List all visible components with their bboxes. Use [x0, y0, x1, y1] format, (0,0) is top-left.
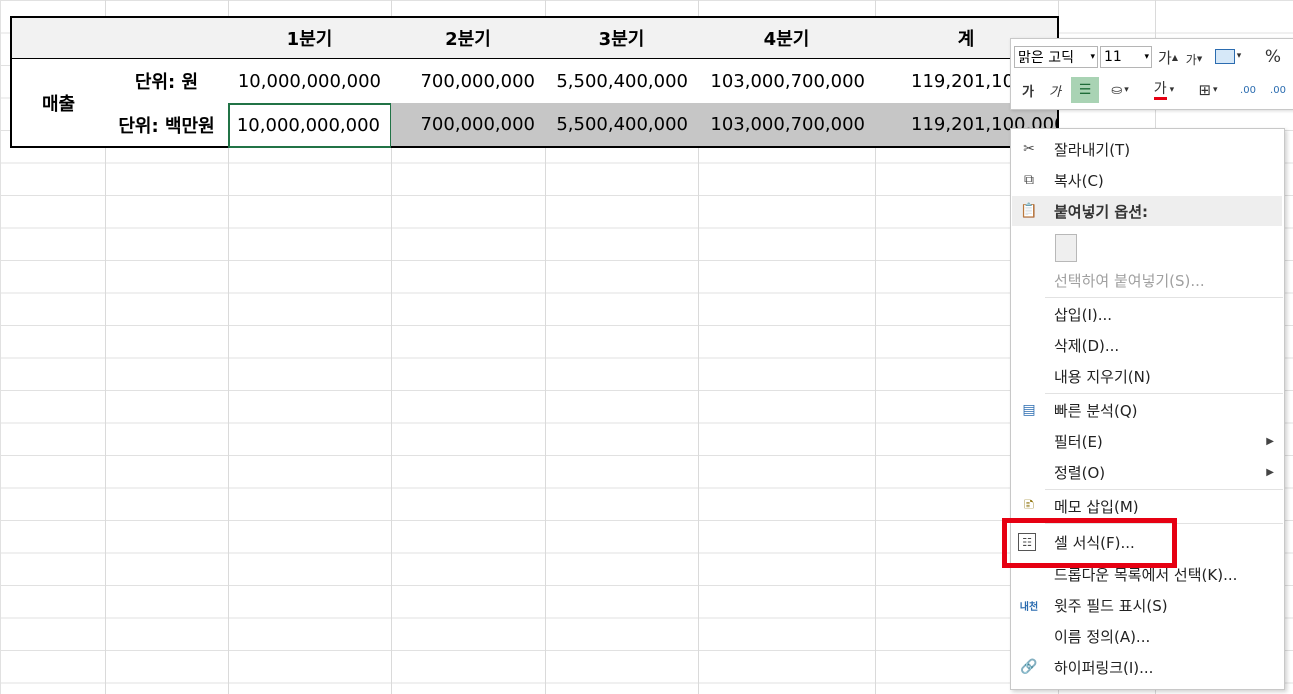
menu-item-insert-comment[interactable]: 🗈 메모 삽입(M): [1012, 491, 1282, 521]
row-group-label[interactable]: 매출: [10, 59, 106, 148]
chevron-down-icon: ▾: [1236, 51, 1242, 61]
menu-item-paste-options: 📋 붙여넣기 옵션:: [1012, 196, 1282, 226]
header-cell-q2[interactable]: 2분기: [391, 16, 546, 60]
menu-item-quick-analysis[interactable]: ▤ 빠른 분석(Q): [1012, 395, 1282, 425]
quick-analysis-icon: ▤: [1022, 402, 1036, 418]
chevron-down-icon: ▾: [1124, 85, 1129, 95]
menu-item-paste-special[interactable]: 선택하여 붙여넣기(S)...: [1012, 265, 1282, 295]
paste-clipboard-icon: [1055, 234, 1077, 262]
value-cell[interactable]: 103,000,700,000: [698, 59, 876, 104]
menu-item-label: 삽입(I)...: [1054, 305, 1113, 324]
increase-decimal-button[interactable]: .00: [1235, 79, 1261, 101]
chevron-down-icon: ▾: [1169, 85, 1175, 95]
accounting-format-icon: [1214, 48, 1235, 64]
bold-button[interactable]: 가: [1018, 79, 1038, 101]
comment-icon: 🗈: [1023, 497, 1035, 513]
selected-value-cell[interactable]: 5,500,400,000: [545, 103, 699, 148]
menu-item-label: 내용 지우기(N): [1054, 367, 1151, 386]
menu-item-copy[interactable]: ⧉ 복사(C): [1012, 165, 1282, 195]
menu-item-show-phonetic[interactable]: 내천 윗주 필드 표시(S): [1012, 590, 1282, 620]
menu-item-delete[interactable]: 삭제(D)...: [1012, 330, 1282, 360]
menu-item-label: 붙여넣기 옵션:: [1054, 202, 1149, 221]
menu-item-label: 이름 정의(A)...: [1054, 627, 1151, 646]
menu-item-label: 정렬(O): [1054, 463, 1106, 482]
percent-style-button[interactable]: %: [1261, 46, 1285, 68]
highlight-box: [1002, 518, 1177, 568]
menu-item-label: 선택하여 붙여넣기(S)...: [1054, 271, 1205, 290]
menu-item-label: 메모 삽입(M): [1054, 497, 1139, 516]
borders-icon: ⊞: [1198, 81, 1212, 99]
submenu-arrow-icon: ▶: [1266, 435, 1274, 447]
font-size-dropdown[interactable]: 11 ▾: [1100, 46, 1152, 68]
font-color-button[interactable]: 가 ▾: [1147, 77, 1181, 103]
center-align-button[interactable]: ☰: [1071, 77, 1099, 103]
menu-item-label: 복사(C): [1054, 171, 1104, 190]
menu-item-label: 삭제(D)...: [1054, 336, 1120, 355]
submenu-arrow-icon: ▶: [1266, 466, 1274, 478]
chevron-down-icon: ▾: [1144, 52, 1149, 62]
header-cell-empty[interactable]: [10, 16, 229, 60]
font-name-value: 맑은 고딕: [1018, 50, 1074, 66]
menu-item-label: 필터(E): [1054, 432, 1103, 451]
menu-item-label: 빠른 분석(Q): [1054, 401, 1138, 420]
phonetic-icon: 내천: [1019, 601, 1039, 613]
hyperlink-icon: 🔗: [1020, 659, 1038, 675]
header-cell-q3[interactable]: 3분기: [545, 16, 699, 60]
grow-font-button[interactable]: 가 ▲: [1157, 46, 1179, 68]
menu-item-clear-contents[interactable]: 내용 지우기(N): [1012, 361, 1282, 391]
copy-icon: ⧉: [1024, 172, 1034, 188]
paste-option-default[interactable]: [1012, 229, 1282, 265]
unit-label-million-won[interactable]: 단위: 백만원: [105, 103, 229, 148]
context-menu: ✂ 잘라내기(T) ⧉ 복사(C) 📋 붙여넣기 옵션: 선택하여 붙여넣기(S…: [1010, 128, 1285, 690]
header-cell-q4[interactable]: 4분기: [698, 16, 876, 60]
decrease-decimal-button[interactable]: .00: [1265, 79, 1291, 101]
menu-item-label: 잘라내기(T): [1054, 140, 1131, 159]
mini-toolbar: 맑은 고딕 ▾ 11 ▾ 가 ▲ 가 ▼ ▾ % 가 가 ☰ ⛀ ▾ 가 ▾ ⊞ ▾…: [1010, 38, 1293, 110]
accounting-format-button[interactable]: ▾: [1211, 45, 1245, 67]
font-name-dropdown[interactable]: 맑은 고딕 ▾: [1014, 46, 1098, 68]
menu-item-sort[interactable]: 정렬(O) ▶: [1012, 457, 1282, 487]
menu-item-cut[interactable]: ✂ 잘라내기(T): [1012, 134, 1282, 164]
borders-button[interactable]: ⊞ ▾: [1191, 79, 1225, 101]
selected-value-cell[interactable]: 103,000,700,000: [698, 103, 876, 148]
scissors-icon: ✂: [1023, 141, 1035, 157]
menu-item-label: 하이퍼링크(I)...: [1054, 658, 1154, 677]
menu-item-filter[interactable]: 필터(E) ▶: [1012, 426, 1282, 456]
menu-separator: [1045, 393, 1283, 394]
font-color-icon: 가: [1153, 81, 1167, 100]
menu-item-define-name[interactable]: 이름 정의(A)...: [1012, 621, 1282, 651]
active-cell[interactable]: 10,000,000,000: [228, 103, 392, 148]
shrink-font-button[interactable]: 가 ▼: [1183, 48, 1205, 70]
paint-bucket-icon: ⛀: [1111, 82, 1123, 98]
italic-button[interactable]: 가: [1045, 79, 1065, 101]
menu-item-insert[interactable]: 삽입(I)...: [1012, 299, 1282, 329]
menu-item-hyperlink[interactable]: 🔗 하이퍼링크(I)...: [1012, 652, 1282, 682]
header-cell-q1[interactable]: 1분기: [228, 16, 392, 60]
selected-value-cell[interactable]: 700,000,000: [391, 103, 546, 148]
value-cell[interactable]: 5,500,400,000: [545, 59, 699, 104]
font-size-value: 11: [1104, 49, 1122, 65]
menu-separator: [1045, 489, 1283, 490]
unit-label-won[interactable]: 단위: 원: [105, 59, 229, 104]
align-center-icon: ☰: [1078, 82, 1092, 98]
chevron-down-icon: ▾: [1090, 52, 1095, 62]
fill-color-button[interactable]: ⛀ ▾: [1103, 79, 1137, 101]
paste-icon: 📋: [1020, 203, 1038, 219]
chevron-down-icon: ▾: [1213, 85, 1218, 95]
menu-separator: [1045, 297, 1283, 298]
value-cell[interactable]: 700,000,000: [391, 59, 546, 104]
value-cell[interactable]: 10,000,000,000: [228, 59, 392, 104]
menu-item-label: 윗주 필드 표시(S): [1054, 596, 1168, 615]
